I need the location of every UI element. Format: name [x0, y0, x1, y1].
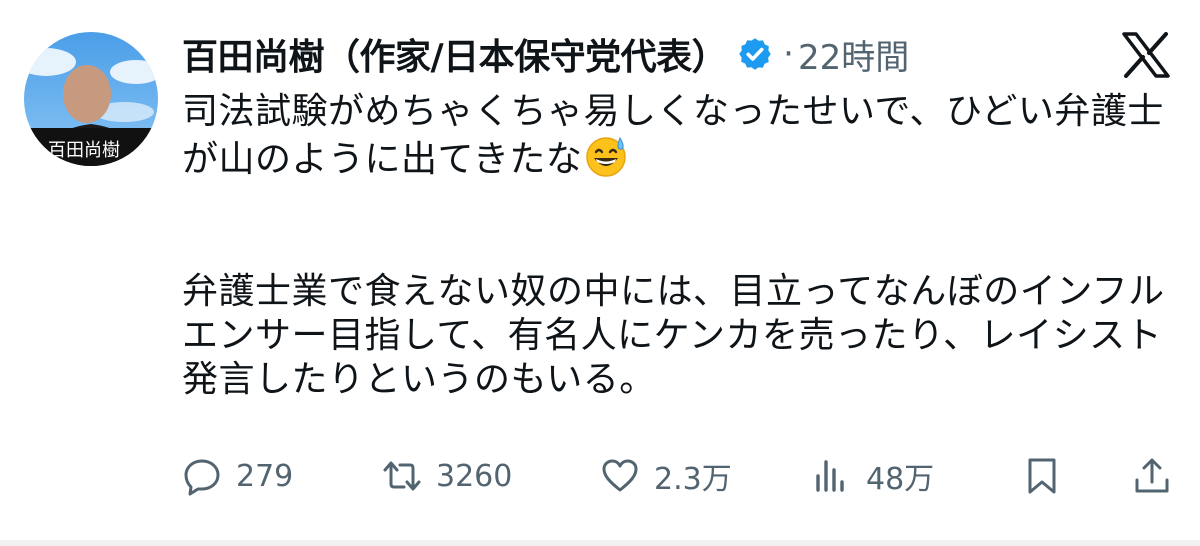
like-count: 2.3万: [654, 462, 732, 497]
tweet-paragraph: 司法試験がめちゃくちゃ易しくなったせいで、ひどい弁護士が山のように出てきたな: [182, 90, 1172, 182]
like-button[interactable]: 2.3万: [600, 446, 732, 506]
x-logo-icon[interactable]: [1122, 32, 1170, 78]
timestamp[interactable]: 22時間: [798, 30, 909, 79]
tweet-paragraph-text: 司法試験がめちゃくちゃ易しくなったせいで、ひどい弁護士が山のように出てきたな: [182, 91, 1164, 180]
display-name[interactable]: 百田尚樹（作家/日本保守党代表）: [182, 28, 728, 80]
tweet-paragraph: 弁護士業で食えない奴の中には、目立ってなんぼのインフルエンサー目指して、有名人に…: [182, 271, 1165, 400]
bookmark-icon: [1028, 458, 1056, 494]
retweet-button[interactable]: 3260: [382, 446, 512, 506]
share-button[interactable]: [1132, 446, 1172, 506]
reply-count: 279: [236, 458, 294, 494]
verified-badge-icon[interactable]: [737, 36, 773, 72]
tweet-text: 司法試験がめちゃくちゃ易しくなったせいで、ひどい弁護士が山のように出てきたな 弁…: [182, 90, 1172, 402]
reply-button[interactable]: 279: [182, 446, 293, 506]
avatar-image: 百田尚樹: [24, 32, 158, 166]
views-button[interactable]: 48万: [812, 446, 934, 506]
share-icon: [1135, 458, 1169, 493]
views-count: 48万: [866, 462, 935, 497]
reply-icon: [184, 459, 220, 496]
bookmark-button[interactable]: [1022, 446, 1062, 506]
tweet-header: 百田尚樹（作家/日本保守党代表） · 22時間: [182, 26, 909, 82]
retweet-count: 3260: [436, 458, 513, 494]
heart-icon: [602, 459, 638, 492]
action-bar: 279 3260 2.3万 48万: [182, 446, 1172, 506]
grinning-face-with-sweat-icon: [586, 136, 627, 177]
bottom-divider: [0, 540, 1200, 546]
retweet-icon: [383, 461, 421, 491]
svg-text:百田尚樹: 百田尚樹: [48, 140, 120, 161]
views-bar-chart-icon: [816, 460, 844, 492]
dot-separator: ·: [783, 34, 794, 74]
avatar[interactable]: 百田尚樹: [24, 32, 158, 166]
